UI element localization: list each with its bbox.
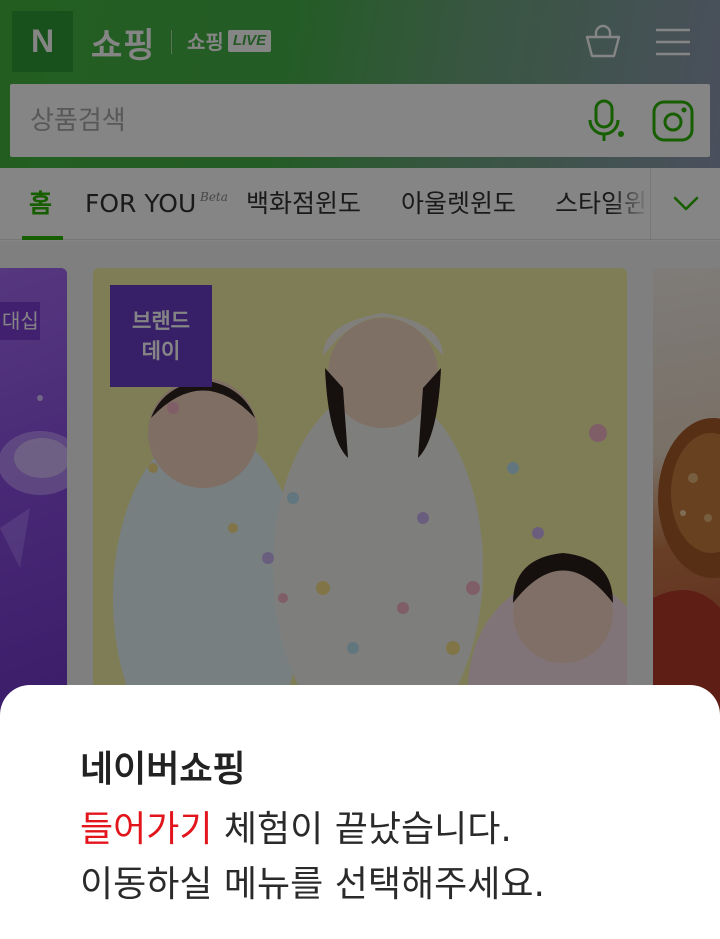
sheet-title: 네이버쇼핑 [80, 749, 246, 790]
sheet-highlight: 들어가기 [80, 809, 213, 850]
sheet-message-line1: 들어가기 체험이 끝났습니다. [80, 800, 512, 852]
sheet-message-rest: 체험이 끝났습니다. [212, 809, 512, 850]
sheet-message-line2: 이동하실 메뉴를 선택해주세요. [80, 864, 545, 905]
